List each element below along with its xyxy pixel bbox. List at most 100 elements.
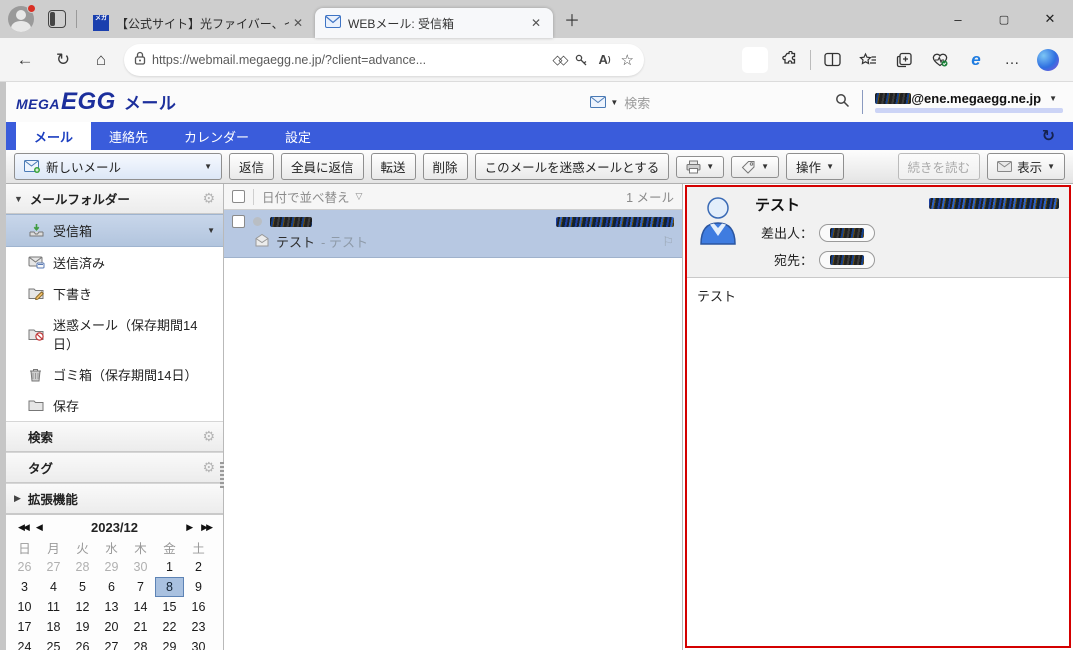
mail-list-item[interactable]: テスト - テスト ⚐ [224,210,682,258]
actions-button[interactable]: 操作 ▼ [786,153,844,180]
tab-megaegg-site[interactable]: メガ 【公式サイト】光ファイバー、インターネ ✕ [83,8,315,38]
calendar-day[interactable]: 30 [126,557,155,577]
back-button[interactable]: ← [10,45,40,75]
new-mail-button[interactable]: 新しいメール ▼ [14,153,222,180]
read-aloud-icon[interactable]: A) [598,52,610,67]
sort-direction-icon[interactable]: ▽ [356,191,363,202]
nav-tab-contacts[interactable]: 連絡先 [91,122,166,150]
search-input[interactable]: 検索 [624,93,835,112]
nav-tab-calendar[interactable]: カレンダー [166,122,267,150]
mail-search-bar[interactable]: ▼ 検索 [590,93,850,112]
calendar-day[interactable]: 15 [155,597,184,617]
address-bar[interactable]: https://webmail.megaegg.ne.jp/?client=ad… [124,44,644,76]
mail-item-checkbox[interactable] [232,215,245,228]
folder-trash[interactable]: ゴミ箱（保存期間14日） [6,359,223,390]
settings-more-icon[interactable]: … [997,45,1027,75]
calendar-day[interactable]: 9 [184,577,213,597]
calendar-day[interactable]: 26 [68,637,97,650]
tab1-close-icon[interactable]: ✕ [289,14,307,32]
search-gear-icon[interactable]: ⚙ [202,428,215,445]
favorite-star-icon[interactable]: ☆ [621,51,634,69]
collections-icon[interactable] [889,45,919,75]
calendar-day[interactable]: 12 [68,597,97,617]
read-status-dot[interactable] [253,217,262,226]
calendar-day[interactable]: 28 [68,557,97,577]
print-button[interactable]: ▼ [676,156,724,178]
splitter-grip[interactable] [220,462,224,488]
to-address-pill[interactable] [819,251,875,269]
folder-archive[interactable]: 保存 [6,390,223,421]
calendar-day[interactable]: 29 [155,637,184,650]
calendar-day[interactable]: 27 [97,637,126,650]
forward-button[interactable]: 転送 [371,153,416,180]
app-available-icon[interactable]: ◇◇ [552,52,564,68]
calendar-day[interactable]: 1 [155,557,184,577]
calendar-day[interactable]: 29 [97,557,126,577]
calendar-day[interactable]: 25 [39,637,68,650]
reply-all-button[interactable]: 全員に返信 [281,153,364,180]
calendar-day[interactable]: 6 [97,577,126,597]
folder-sent[interactable]: 送信済み [6,247,223,278]
calendar-last-icon[interactable]: ▶▶ [197,522,215,533]
calendar-next-icon[interactable]: ▶ [182,522,197,533]
split-screen-icon[interactable] [817,45,847,75]
mail-folders-header[interactable]: ▼ メールフォルダー ⚙ [6,184,223,214]
view-button[interactable]: 表示 ▼ [987,153,1065,180]
folder-drafts[interactable]: 下書き [6,278,223,309]
calendar-day[interactable]: 4 [39,577,68,597]
folder-inbox[interactable]: 受信箱 ▼ [6,214,223,247]
tab-webmail-inbox[interactable]: WEBメール: 受信箱 ✕ [315,8,553,38]
calendar-day[interactable]: 21 [126,617,155,637]
calendar-day[interactable]: 14 [126,597,155,617]
ie-mode-icon[interactable]: e [961,45,991,75]
browser-essentials-icon[interactable] [925,45,955,75]
calendar-first-icon[interactable]: ◀◀ [14,522,32,533]
calendar-day[interactable]: 13 [97,597,126,617]
calendar-day[interactable]: 17 [10,617,39,637]
sort-label[interactable]: 日付で並べ替え [262,187,350,206]
flag-icon[interactable]: ⚐ [662,234,674,250]
calendar-day[interactable]: 5 [68,577,97,597]
maximize-button[interactable]: ▢ [981,0,1027,38]
read-more-button[interactable]: 続きを読む [898,153,981,180]
profile-avatar[interactable] [8,6,34,32]
extensions-section-header[interactable]: ▶ 拡張機能 [6,483,223,514]
calendar-day[interactable]: 16 [184,597,213,617]
calendar-prev-icon[interactable]: ◀ [32,522,47,533]
calendar-day[interactable]: 28 [126,637,155,650]
search-magnifier-icon[interactable] [835,93,850,111]
nav-tab-mail[interactable]: メール [16,122,91,150]
from-address-pill[interactable] [819,224,875,242]
calendar-day[interactable]: 18 [39,617,68,637]
calendar-day[interactable]: 19 [68,617,97,637]
calendar-day[interactable]: 27 [39,557,68,577]
calendar-day[interactable]: 11 [39,597,68,617]
select-all-checkbox[interactable] [232,190,245,203]
calendar-day[interactable]: 8 [155,577,184,597]
workspaces-icon[interactable] [48,10,66,28]
calendar-day[interactable]: 10 [10,597,39,617]
new-tab-button[interactable]: ＋ [559,9,585,35]
tab2-close-icon[interactable]: ✕ [527,14,545,32]
calendar-day[interactable]: 26 [10,557,39,577]
minimize-button[interactable]: – [935,0,981,38]
url-text[interactable]: https://webmail.megaegg.ne.jp/?client=ad… [152,53,542,67]
home-button[interactable]: ⌂ [86,45,116,75]
tags-gear-icon[interactable]: ⚙ [202,459,215,476]
favorites-icon[interactable] [853,45,883,75]
calendar-day[interactable]: 22 [155,617,184,637]
mail-refresh-icon[interactable]: ↻ [1042,126,1055,146]
account-menu[interactable]: @ene.megaegg.ne.jp ▼ [875,91,1063,113]
refresh-button[interactable]: ↻ [48,45,78,75]
calendar-day[interactable]: 24 [10,637,39,650]
search-section-header[interactable]: 検索 ⚙ [6,421,223,452]
nav-tab-settings[interactable]: 設定 [267,122,329,150]
folder-spam[interactable]: 迷惑メール（保存期間14日） [6,309,223,359]
calendar-day[interactable]: 7 [126,577,155,597]
reply-button[interactable]: 返信 [229,153,274,180]
tags-section-header[interactable]: タグ ⚙ [6,452,223,483]
copilot-icon[interactable] [1033,45,1063,75]
calendar-day[interactable]: 20 [97,617,126,637]
mark-spam-button[interactable]: このメールを迷惑メールとする [475,153,670,180]
delete-button[interactable]: 削除 [423,153,468,180]
